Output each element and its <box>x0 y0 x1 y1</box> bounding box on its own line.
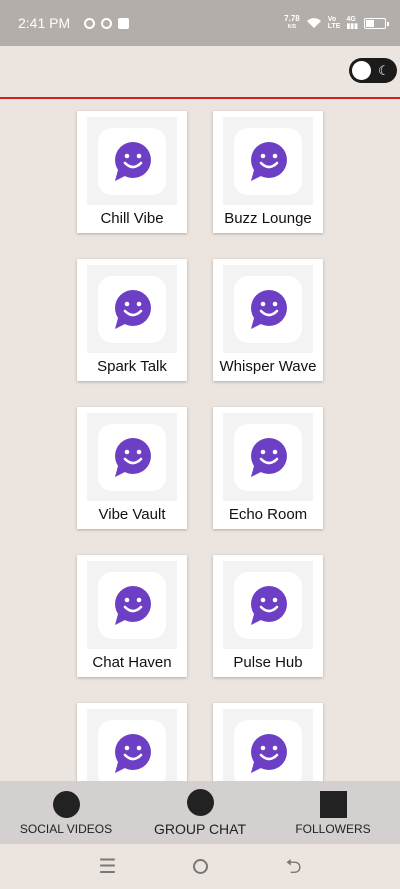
volte-indicator: Vo LTE <box>327 16 341 30</box>
nav-social-videos[interactable]: SOCIAL VIDEOS <box>16 781 116 844</box>
battery-icon <box>364 17 389 29</box>
app-header <box>0 46 400 99</box>
room-card[interactable]: Chat Haven <box>77 555 187 677</box>
room-card[interactable]: Echo Room <box>213 407 323 529</box>
moon-icon: ☾ <box>378 62 390 78</box>
room-thumbnail <box>223 117 313 205</box>
circle-icon <box>52 791 80 818</box>
room-card[interactable] <box>213 703 323 781</box>
chat-smile-icon <box>98 572 166 639</box>
nav-followers[interactable]: FOLLOWERS <box>290 781 376 844</box>
chat-smile-icon <box>98 720 166 781</box>
room-name: Chat Haven <box>92 654 172 671</box>
room-thumbnail <box>223 413 313 501</box>
status-time: 2:41 PM <box>18 15 71 31</box>
nav-group-chat[interactable]: GROUP CHAT <box>149 781 251 844</box>
wifi-icon <box>306 18 321 28</box>
circle-icon <box>186 789 214 816</box>
theme-toggle[interactable]: ☾ <box>349 58 397 83</box>
room-thumbnail <box>87 265 177 353</box>
room-thumbnail <box>87 709 177 781</box>
chat-smile-icon <box>234 424 302 491</box>
room-name: Echo Room <box>228 506 308 523</box>
chat-smile-icon <box>234 128 302 195</box>
room-card[interactable]: Spark Talk <box>77 259 187 381</box>
room-card[interactable] <box>77 703 187 781</box>
room-thumbnail <box>87 561 177 649</box>
room-thumbnail <box>223 561 313 649</box>
signal-indicator: 4G ▮▮▮ <box>346 16 358 30</box>
status-bar: 2:41 PM 7.78 K/S Vo LTE 4G ▮▮▮ <box>0 0 400 46</box>
room-name: Vibe Vault <box>98 506 166 523</box>
menu-icon[interactable]: ☰ <box>99 857 117 877</box>
chat-smile-icon <box>234 276 302 343</box>
back-icon[interactable]: ⮌ <box>285 857 301 877</box>
bottom-nav: SOCIAL VIDEOS GROUP CHAT FOLLOWERS <box>0 781 400 844</box>
app-notification-icon <box>118 17 130 29</box>
room-thumbnail <box>223 265 313 353</box>
room-card[interactable]: Buzz Lounge <box>213 111 323 233</box>
room-name: Buzz Lounge <box>224 210 312 227</box>
chat-smile-icon <box>98 424 166 491</box>
room-name: Spark Talk <box>97 358 167 375</box>
system-navigation-bar: ☰ ⮌ <box>0 844 400 889</box>
room-thumbnail <box>223 709 313 781</box>
room-name: Chill Vibe <box>100 210 164 227</box>
room-thumbnail <box>87 413 177 501</box>
chat-smile-icon <box>98 128 166 195</box>
room-thumbnail <box>87 117 177 205</box>
chrome-notification-icon <box>84 17 96 29</box>
home-icon[interactable] <box>193 859 209 874</box>
room-name: Whisper Wave <box>219 358 317 375</box>
room-card[interactable]: Chill Vibe <box>77 111 187 233</box>
group-chat-grid: Chill Vibe Buzz Lounge Spark Talk Whisper W… <box>0 100 400 781</box>
room-card[interactable]: Whisper Wave <box>213 259 323 381</box>
toggle-knob <box>352 61 371 80</box>
room-name: Pulse Hub <box>233 654 303 671</box>
chat-smile-icon <box>234 572 302 639</box>
square-icon <box>319 791 347 818</box>
room-card[interactable]: Pulse Hub <box>213 555 323 677</box>
chat-smile-icon <box>234 720 302 781</box>
office-notification-icon <box>101 17 113 29</box>
chat-smile-icon <box>98 276 166 343</box>
room-card[interactable]: Vibe Vault <box>77 407 187 529</box>
network-speed: 7.78 K/S <box>284 14 300 30</box>
